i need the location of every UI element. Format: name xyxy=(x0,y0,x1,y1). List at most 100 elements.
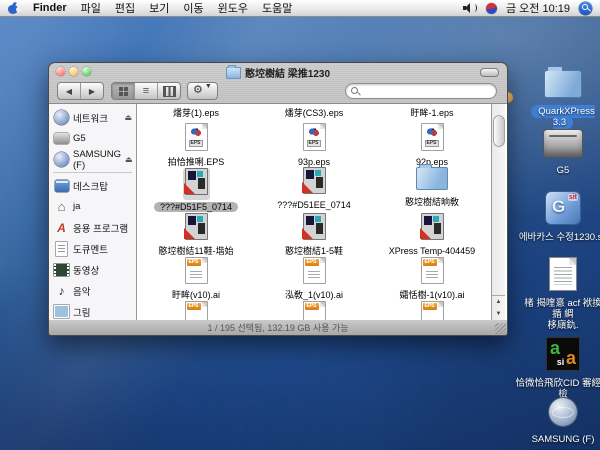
desktop-icon-label: 楮 揭喹憙 acf 袱換揗 綢栘廎釚. xyxy=(520,298,600,331)
desktop-icon-g5[interactable]: G5 xyxy=(520,130,600,176)
network-icon xyxy=(54,110,69,125)
file-label: 93p.eps xyxy=(255,157,373,168)
file-item[interactable]: 盱眸-1.eps xyxy=(373,106,491,119)
pictures-icon xyxy=(54,305,69,318)
menu-go[interactable]: 이동 xyxy=(183,0,203,16)
menu-bar-clock[interactable]: 금 오전 10:19 xyxy=(506,0,570,16)
movies-icon xyxy=(54,264,69,276)
quark-document-icon xyxy=(186,214,207,239)
eject-icon[interactable]: ⏏ xyxy=(125,155,133,164)
sidebar-item-network[interactable]: 네트워크 ⏏ xyxy=(49,107,136,128)
sidebar-item-documents[interactable]: 도큐멘트 xyxy=(49,238,136,259)
menu-file[interactable]: 파일 xyxy=(81,0,101,16)
scroll-down-arrow[interactable]: ▼ xyxy=(496,311,502,317)
file-item[interactable]: EPS 盱眸(v10).ai xyxy=(137,258,255,301)
file-item[interactable]: 燔芽(CS3).eps xyxy=(255,106,373,119)
eps-file-icon: EPS xyxy=(186,124,207,150)
sidebar-divider xyxy=(53,172,132,173)
scrollbar-thumb[interactable] xyxy=(494,116,504,146)
menu-window[interactable]: 윈도우 xyxy=(218,0,248,16)
ai-file-icon: EPS xyxy=(186,258,207,283)
window-title-bar[interactable]: 憨埪樹結 梁推1230 xyxy=(49,63,507,79)
column-view-button[interactable] xyxy=(157,83,180,99)
network-drive-icon xyxy=(54,152,69,167)
desktop-icon-quarkxpress[interactable]: QuarkXPress 3.3 xyxy=(520,70,600,128)
file-item[interactable]: XPress Temp-404459 xyxy=(373,214,491,257)
file-label: 憨埪樹結晌敎 xyxy=(373,197,491,208)
desktop-icon-asia-cid[interactable]: a si a 恰微恰飛欣CID 審經庭檢 xyxy=(514,338,600,400)
file-item[interactable]: EPS 孀恬樹-1(v10).ai xyxy=(373,258,491,301)
file-item[interactable]: EPS xyxy=(255,302,373,320)
file-grid: 燔芽(1).eps 燔芽(CS3).eps 盱眸-1.eps EPS 拍恰推唎.… xyxy=(137,104,491,320)
forward-button[interactable]: ▶ xyxy=(80,83,103,99)
sidebar-item-home[interactable]: ⌂ ja xyxy=(49,196,136,217)
file-item[interactable]: EPS 92p.eps xyxy=(373,124,491,168)
vertical-scrollbar[interactable]: ▲ ▼ xyxy=(491,104,505,320)
desktop-icon-label: SAMSUNG (F) xyxy=(520,434,600,445)
hard-drive-icon xyxy=(544,130,582,157)
menu-view[interactable]: 보기 xyxy=(149,0,169,16)
icon-view-button[interactable] xyxy=(112,83,134,99)
action-caret-icon: ▼ xyxy=(205,83,212,99)
sidebar-item-pictures[interactable]: 그림 xyxy=(49,301,136,322)
list-view-button[interactable]: ≡ xyxy=(134,83,157,99)
desktop-icon-sit-archive[interactable]: Gsit 에바카스 수정1230.sit xyxy=(516,192,600,243)
menu-help[interactable]: 도움말 xyxy=(262,0,292,16)
status-text: 1 / 195 선택됨, 132.19 GB 사용 가능 xyxy=(207,321,348,334)
quark-document-icon xyxy=(304,214,325,239)
desktop-icon-label: 에바카스 수정1230.sit xyxy=(516,232,600,243)
desktop-icon-samsung[interactable]: SAMSUNG (F) xyxy=(520,398,600,445)
desktop-icon-label: QuarkXPress 3.3 xyxy=(531,105,595,129)
network-drive-icon xyxy=(549,398,577,426)
app-menu-finder[interactable]: Finder xyxy=(33,2,67,14)
search-input[interactable] xyxy=(362,84,494,98)
eps-file-icon: EPS xyxy=(422,124,443,150)
folder-proxy-icon[interactable] xyxy=(226,67,241,79)
desktop-icon-label: G5 xyxy=(520,165,600,176)
file-item-selected[interactable]: ???#D51F5_0714 xyxy=(137,168,255,213)
toolbar-toggle-button[interactable] xyxy=(480,68,499,77)
file-item[interactable]: 憨埪樹結1-5鞋 xyxy=(255,214,373,257)
file-item[interactable]: ???#D51EE_0714 xyxy=(255,168,373,211)
eject-icon[interactable]: ⏏ xyxy=(124,113,132,122)
folder-icon xyxy=(544,70,582,98)
window-toolbar: ◀ ▶ ≡ ⚙ ▼ xyxy=(49,79,507,103)
window-body: 네트워크 ⏏ G5 SAMSUNG (F) ⏏ 데스크탑 ⌂ ja xyxy=(49,103,507,321)
file-item[interactable]: 憨埪樹結11鞋-堦始 xyxy=(137,214,255,257)
back-button[interactable]: ◀ xyxy=(58,83,80,99)
input-language-flag-icon[interactable] xyxy=(486,3,497,14)
sidebar-item-applications[interactable]: A 응용 프로그램 xyxy=(49,217,136,238)
file-item[interactable]: 燔芽(1).eps xyxy=(137,106,255,119)
list-view-icon: ≡ xyxy=(143,87,149,95)
desktop-icon-text-document[interactable]: 楮 揭喹憙 acf 袱換揗 綢栘廎釚. xyxy=(520,258,600,331)
desktop-icon xyxy=(55,180,69,192)
home-icon: ⌂ xyxy=(54,199,69,214)
sidebar-item-movies[interactable]: 동영상 xyxy=(49,259,136,280)
sidebar-item-music[interactable]: ♪ 음악 xyxy=(49,280,136,301)
file-item[interactable]: EPS 93p.eps xyxy=(255,124,373,168)
apple-menu-icon[interactable] xyxy=(8,2,19,14)
sidebar-item-g5[interactable]: G5 xyxy=(49,128,136,149)
sidebar-item-samsung[interactable]: SAMSUNG (F) ⏏ xyxy=(49,149,136,170)
spotlight-icon[interactable] xyxy=(579,2,592,15)
scroll-up-arrow[interactable]: ▲ xyxy=(496,299,502,305)
file-label: 拍恰推唎.EPS xyxy=(137,157,255,168)
file-label: 泓敎_1(v10).ai xyxy=(255,290,373,301)
file-item[interactable]: EPS xyxy=(373,302,491,320)
sidebar-item-desktop[interactable]: 데스크탑 xyxy=(49,175,136,196)
file-item[interactable]: EPS 泓敎_1(v10).ai xyxy=(255,258,373,301)
ai-file-icon: EPS xyxy=(422,302,443,320)
file-item[interactable]: EPS xyxy=(137,302,255,320)
resize-grip[interactable] xyxy=(495,323,506,334)
volume-icon[interactable] xyxy=(463,3,477,14)
quark-document-icon xyxy=(304,168,325,193)
music-icon: ♪ xyxy=(54,283,69,298)
file-label: 燔芽(1).eps xyxy=(137,108,255,119)
eps-file-icon: EPS xyxy=(304,124,325,150)
action-gear-icon[interactable]: ⚙ xyxy=(193,83,203,99)
file-item[interactable]: 憨埪樹結晌敎 xyxy=(373,164,491,208)
status-bar: 1 / 195 선택됨, 132.19 GB 사용 가능 xyxy=(49,320,507,335)
file-item[interactable]: EPS 拍恰推唎.EPS xyxy=(137,124,255,168)
search-field[interactable] xyxy=(345,83,497,99)
menu-edit[interactable]: 편집 xyxy=(115,0,135,16)
